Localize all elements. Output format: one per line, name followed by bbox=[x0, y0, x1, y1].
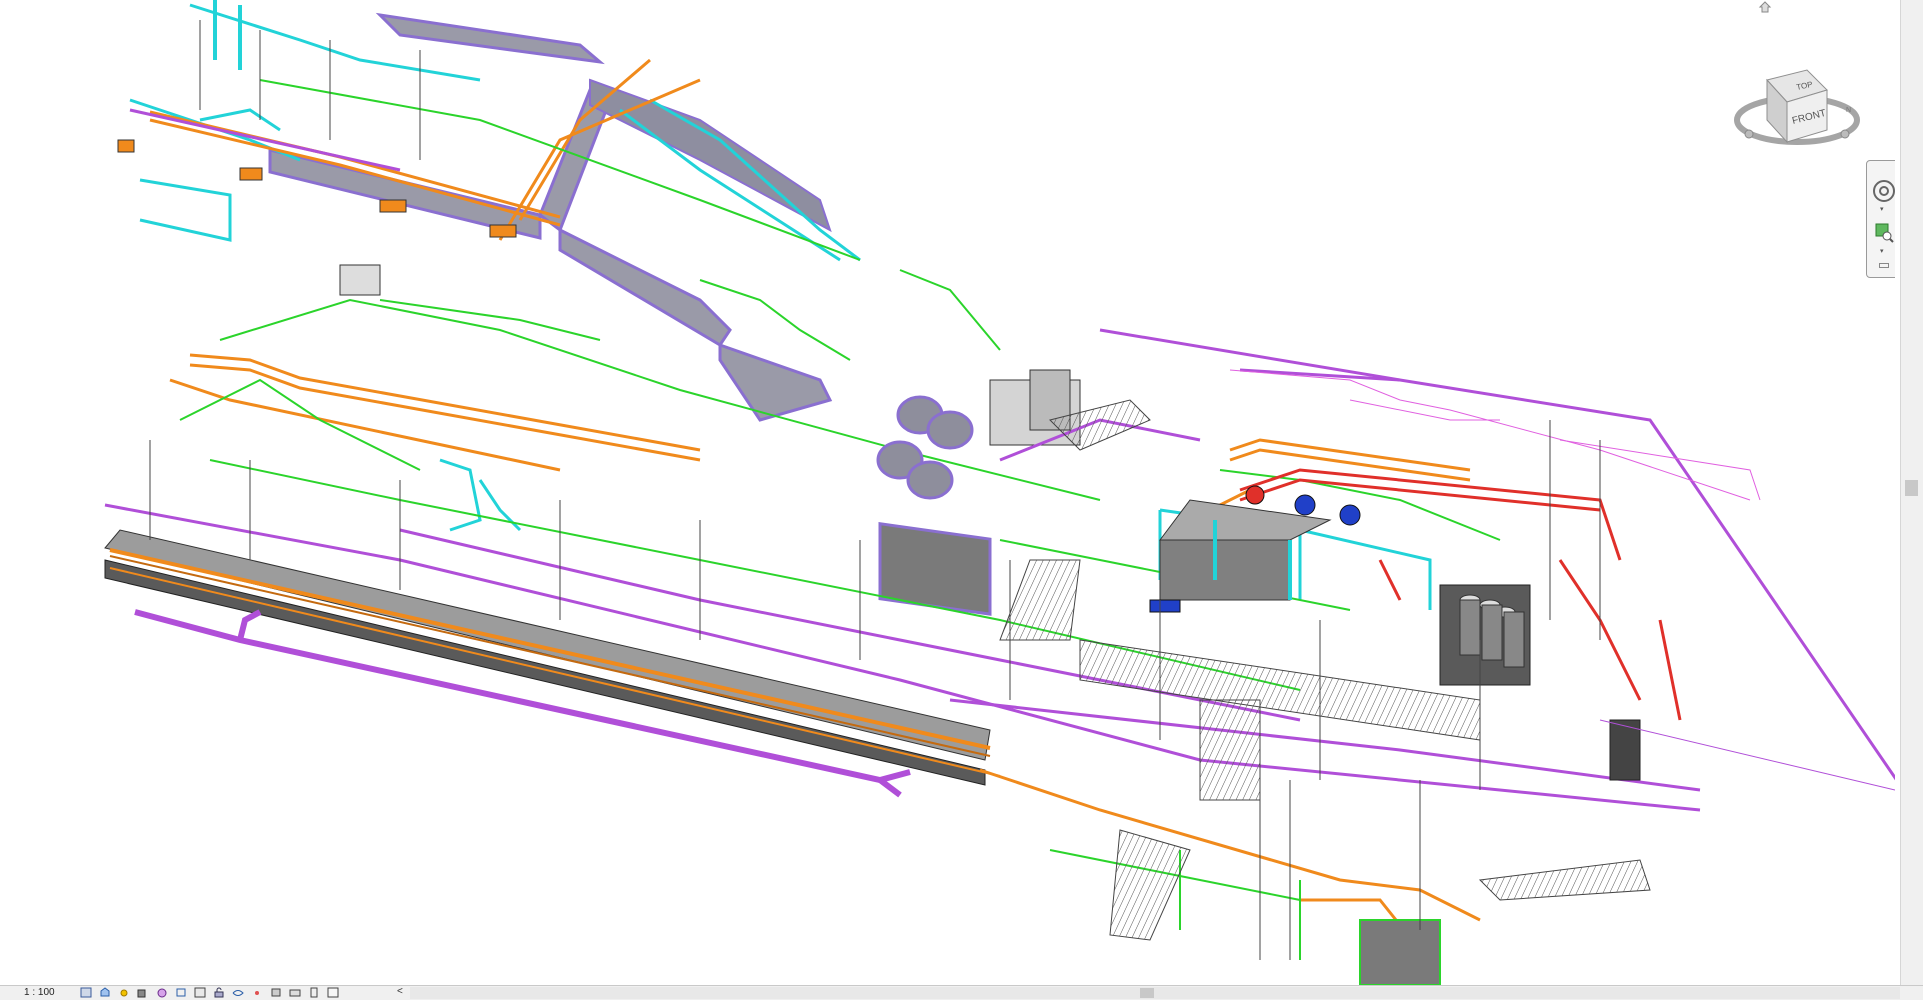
horizontal-scrollbar[interactable] bbox=[410, 987, 1900, 999]
analytical-model-icon[interactable] bbox=[289, 987, 301, 998]
highlight-displacement-icon[interactable] bbox=[308, 987, 320, 998]
temporary-hide-icon[interactable] bbox=[232, 987, 244, 998]
right-extent-line bbox=[1599, 719, 1895, 791]
show-constraints-icon[interactable] bbox=[327, 987, 339, 998]
crop-view-icon[interactable] bbox=[175, 987, 187, 998]
view-cube-rotate-right[interactable] bbox=[1840, 129, 1850, 139]
view-cube[interactable]: TOP FRONT N bbox=[1727, 40, 1867, 160]
reveal-hidden-icon[interactable] bbox=[251, 987, 263, 998]
magenta-pipes bbox=[104, 108, 1895, 812]
orange-cable-trays bbox=[149, 58, 1481, 951]
model-viewport[interactable]: TOP FRONT N ▾ ▾ bbox=[0, 0, 1895, 985]
vertical-scrollbar[interactable] bbox=[1900, 0, 1923, 985]
show-crop-icon[interactable] bbox=[194, 987, 206, 998]
steering-wheel-icon[interactable] bbox=[1872, 179, 1895, 203]
worksharing-icon[interactable] bbox=[270, 987, 282, 998]
main-slab bbox=[104, 529, 1001, 786]
rendering-icon[interactable] bbox=[156, 987, 168, 998]
shadows-icon[interactable] bbox=[137, 987, 149, 998]
vertical-scroll-thumb[interactable] bbox=[1905, 480, 1918, 496]
unlock-3d-icon[interactable] bbox=[213, 987, 225, 998]
sun-path-icon[interactable] bbox=[118, 987, 130, 998]
view-control-bar: 1 : 100 < bbox=[0, 985, 1923, 1000]
navbar-options-icon[interactable] bbox=[1879, 263, 1889, 268]
view-cube-rotate-left[interactable] bbox=[1744, 129, 1754, 139]
zoom-region-icon[interactable] bbox=[1872, 221, 1895, 245]
hangers bbox=[149, 20, 1601, 960]
view-cube-compass-label: N bbox=[1846, 107, 1851, 114]
detail-level-icon[interactable] bbox=[80, 987, 92, 998]
home-icon[interactable] bbox=[1758, 0, 1772, 13]
horizontal-scroll-thumb[interactable] bbox=[1140, 988, 1154, 998]
view-scale[interactable]: 1 : 100 bbox=[24, 987, 55, 998]
visual-style-icon[interactable] bbox=[99, 987, 111, 998]
model-3d-view[interactable] bbox=[0, 0, 1895, 985]
scroll-left-icon[interactable]: < bbox=[397, 986, 403, 997]
navigation-bar: ▾ ▾ bbox=[1866, 160, 1895, 278]
chevron-down-icon[interactable]: ▾ bbox=[1880, 205, 1884, 213]
chevron-down-icon[interactable]: ▾ bbox=[1880, 247, 1884, 255]
duct-fans bbox=[876, 395, 974, 500]
cyan-risers bbox=[213, 0, 1292, 600]
